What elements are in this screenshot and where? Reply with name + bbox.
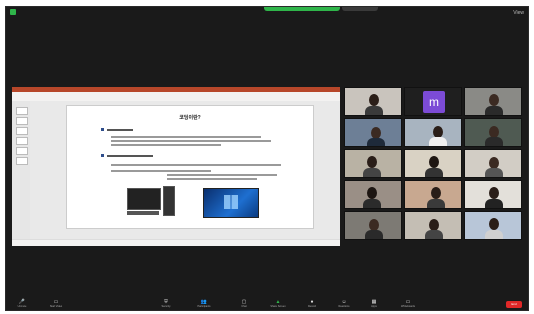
text-line [111, 140, 271, 142]
participant-tile[interactable] [344, 87, 402, 116]
record-button[interactable]: ● Record [302, 299, 322, 310]
slide-thumbnail [16, 137, 28, 145]
chat-button[interactable]: ▢ Chat [234, 299, 254, 310]
participant-tile[interactable] [404, 149, 462, 178]
windows-screen-image [203, 188, 259, 218]
participant-gallery: m [344, 87, 524, 247]
slide-thumbnail [16, 107, 28, 115]
slide-thumbnail [16, 117, 28, 125]
participant-tile[interactable] [464, 180, 522, 209]
participant-tile[interactable] [344, 118, 402, 147]
text-line [167, 178, 257, 180]
participant-tile[interactable] [464, 87, 522, 116]
text-line [111, 170, 211, 172]
text-line [167, 174, 277, 176]
slide-thumbnail [16, 147, 28, 155]
apps-button[interactable]: ▦ Apps [364, 299, 384, 310]
text-line [111, 144, 221, 146]
desktop-computer-image [127, 186, 175, 218]
slide-thumbnail [16, 157, 28, 165]
end-meeting-button[interactable]: End [506, 301, 522, 308]
participant-avatar: m [423, 91, 445, 113]
powerpoint-status-bar [12, 239, 340, 246]
participant-tile[interactable] [404, 180, 462, 209]
view-button[interactable]: View [513, 10, 524, 16]
text-line [111, 136, 261, 138]
participants-button[interactable]: 👥 Participants [194, 299, 214, 310]
bullet-icon [101, 154, 104, 157]
bullet-heading [107, 155, 153, 157]
meeting-top-bar: View [6, 7, 528, 19]
participant-tile[interactable] [344, 149, 402, 178]
shared-screen: 코딩이란? [12, 87, 340, 246]
participant-tile[interactable] [404, 211, 462, 240]
whiteboards-button[interactable]: ▭ Whiteboards [398, 299, 418, 310]
slide-thumbnail [16, 127, 28, 135]
slide-thumbnail-pane [12, 101, 31, 239]
participant-tile[interactable] [344, 180, 402, 209]
participant-tile[interactable] [464, 118, 522, 147]
video-button[interactable]: ▭ Start Video [46, 299, 66, 310]
participant-tile[interactable] [464, 211, 522, 240]
slide-title: 코딩이란? [179, 115, 201, 121]
text-line [111, 164, 281, 166]
bullet-icon [101, 128, 104, 131]
slide-canvas: 코딩이란? [30, 101, 340, 239]
encryption-shield-icon[interactable] [10, 9, 16, 15]
security-button[interactable]: ⛨ Security [156, 299, 176, 310]
participant-tile[interactable] [464, 149, 522, 178]
bullet-heading [107, 129, 133, 131]
screen-sharing-indicator[interactable] [264, 7, 340, 11]
reactions-button[interactable]: ☺ Reactions [334, 299, 354, 310]
participant-tile[interactable]: m [404, 87, 462, 116]
presentation-slide: 코딩이란? [66, 105, 314, 229]
sharing-options-button[interactable] [342, 7, 378, 11]
meeting-toolbar: 🎤 Unmute ▭ Start Video ⛨ Security 👥 Part… [6, 298, 528, 310]
share-screen-button[interactable]: ▲ Share Screen [268, 299, 288, 310]
zoom-meeting-window: View 코딩이란? m 🎤 Unmute ▭ Start Video ⛨ Se… [5, 6, 529, 311]
participant-tile[interactable] [404, 118, 462, 147]
microphone-button[interactable]: 🎤 Unmute [12, 299, 32, 310]
participant-tile[interactable] [344, 211, 402, 240]
